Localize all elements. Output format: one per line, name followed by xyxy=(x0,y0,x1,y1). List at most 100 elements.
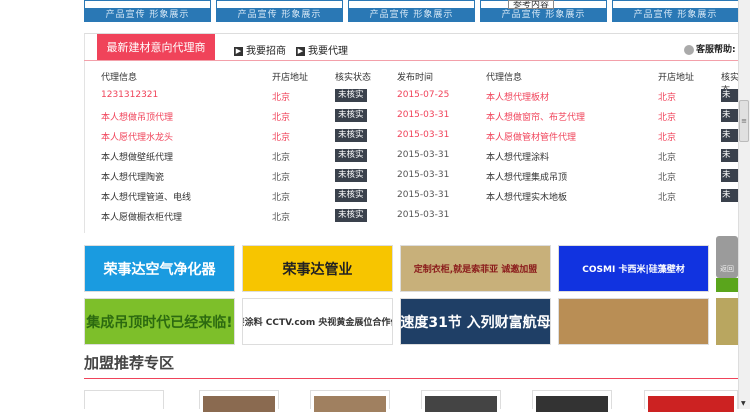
agent-info-link[interactable]: 本人想代理板材 xyxy=(486,90,549,103)
ad-banner[interactable]: COSMI 卡西米|硅藻壁材 xyxy=(558,245,709,292)
shop-address: 北京 xyxy=(658,153,677,163)
shop-address: 北京 xyxy=(272,113,291,123)
status-badge: 未核实 xyxy=(335,169,367,182)
link-recruit[interactable]: ▶ 我要招商 xyxy=(234,42,286,57)
ad-banner[interactable]: 荣事达管业 xyxy=(242,245,393,292)
ad-banner[interactable]: 油漆涂料 CCTV.com 央视黄金展位合作伙伴 xyxy=(242,298,393,345)
franchise-card[interactable] xyxy=(532,390,612,412)
agent-info-link[interactable]: 1231312321 xyxy=(101,90,158,100)
back-to-top-button[interactable]: 返回 xyxy=(716,236,738,278)
shop-address: 北京 xyxy=(272,173,291,183)
column-header: 发布时间 xyxy=(397,73,434,83)
tab-latest-agents[interactable]: 最新建材意向代理商 xyxy=(97,34,215,61)
tooltip: 参考内容 xyxy=(508,0,555,9)
promo-card[interactable]: 产品宣传 形象展示 xyxy=(216,0,343,22)
divider xyxy=(84,60,738,61)
promo-image xyxy=(217,1,342,8)
agent-info-link[interactable]: 本人愿代理水龙头 xyxy=(101,130,173,143)
franchise-card[interactable] xyxy=(310,390,390,412)
franchise-image xyxy=(536,396,608,412)
franchise-image xyxy=(88,394,160,410)
column-header: 开店地址 xyxy=(272,73,309,83)
agent-info-link[interactable]: 本人想做吊顶代理 xyxy=(101,110,173,123)
shop-address: 北京 xyxy=(272,153,291,163)
shop-address: 北京 xyxy=(272,213,291,223)
agent-info-link[interactable]: 本人想代理实木地板 xyxy=(486,190,567,203)
publish-date: 2015-07-25 xyxy=(397,90,450,100)
franchise-image xyxy=(203,396,275,412)
ad-banner[interactable]: 荣事达空气净化器 xyxy=(84,245,235,292)
arrow-icon: ▶ xyxy=(234,46,243,56)
status-badge: 未核实 xyxy=(335,129,367,142)
agent-info-link[interactable]: 本人想代理涂料 xyxy=(486,150,549,163)
section-title: 加盟推荐专区 xyxy=(84,354,175,372)
publish-date: 2015-03-31 xyxy=(397,190,450,200)
help-label: 客服帮助: xyxy=(696,45,736,55)
promo-card[interactable]: 产品宣传 形象展示 xyxy=(84,0,211,22)
promo-label: 产品宣传 形象展示 xyxy=(237,10,322,20)
column-header: 核实状态 xyxy=(335,73,372,83)
status-badge: 未核 xyxy=(721,189,738,202)
status-badge: 未核 xyxy=(721,149,738,162)
ad-banner[interactable]: 速度31节 入列财富航母 xyxy=(400,298,551,345)
promo-card[interactable]: 产品宣传 形象展示 xyxy=(348,0,475,22)
status-badge: 未核 xyxy=(721,89,738,102)
link-label: 我要代理 xyxy=(308,46,348,57)
shop-address: 北京 xyxy=(272,193,291,203)
shop-address: 北京 xyxy=(658,193,677,203)
shop-address: 北京 xyxy=(272,133,291,143)
scrollbar-thumb[interactable]: ≡ xyxy=(739,100,749,142)
promo-image xyxy=(613,1,738,8)
franchise-card[interactable] xyxy=(644,390,738,412)
agent-info-link[interactable]: 本人想代理管道、电线 xyxy=(101,190,191,203)
franchise-image xyxy=(425,396,497,412)
promo-image xyxy=(85,1,210,8)
ad-banner[interactable] xyxy=(716,298,738,345)
scrollbar[interactable] xyxy=(738,0,750,409)
scroll-down-icon[interactable]: ▼ xyxy=(741,400,746,407)
status-badge: 未核实 xyxy=(335,89,367,102)
promo-card[interactable]: 产品宣传 形象展示 xyxy=(612,0,739,22)
franchise-card[interactable] xyxy=(199,390,279,412)
agent-info-link[interactable]: 本人愿做橱衣柜代理 xyxy=(101,210,182,223)
shop-address: 北京 xyxy=(658,133,677,143)
link-label: 我要招商 xyxy=(246,46,286,57)
status-badge: 未核 xyxy=(721,169,738,182)
agent-info-link[interactable]: 本人想代理陶瓷 xyxy=(101,170,164,183)
agent-info-link[interactable]: 本人愿做管材管件代理 xyxy=(486,130,576,143)
publish-date: 2015-03-31 xyxy=(397,110,450,120)
ad-banner[interactable]: 定制衣柜,就是索菲亚 诚邀加盟 xyxy=(400,245,551,292)
publish-date: 2015-03-31 xyxy=(397,210,450,220)
status-badge: 未核实 xyxy=(335,189,367,202)
franchise-card[interactable] xyxy=(84,390,164,410)
shop-address: 北京 xyxy=(272,93,291,103)
status-badge: 未核实 xyxy=(335,109,367,122)
status-badge: 未核实 xyxy=(335,209,367,222)
agent-info-link[interactable]: 本人想做壁纸代理 xyxy=(101,150,173,163)
promo-label: 产品宣传 形象展示 xyxy=(633,10,718,20)
status-badge: 未核 xyxy=(721,109,738,122)
column-header: 开店地址 xyxy=(658,73,695,83)
franchise-image xyxy=(314,396,386,412)
user-icon xyxy=(684,44,694,55)
agent-info-link[interactable]: 本人想做窗帘、布艺代理 xyxy=(486,110,585,123)
shop-address: 北京 xyxy=(658,113,677,123)
promo-label: 产品宣传 形象展示 xyxy=(501,10,586,20)
status-badge: 未核 xyxy=(721,129,738,142)
link-agent[interactable]: ▶ 我要代理 xyxy=(296,42,348,57)
ad-banner[interactable]: 集成吊顶时代已经来临! xyxy=(84,298,235,345)
shop-address: 北京 xyxy=(658,93,677,103)
customer-help[interactable]: 客服帮助: xyxy=(684,42,736,55)
promo-image xyxy=(349,1,474,8)
ad-banner[interactable] xyxy=(716,278,738,292)
status-badge: 未核实 xyxy=(335,149,367,162)
agent-info-link[interactable]: 本人想代理集成吊顶 xyxy=(486,170,567,183)
franchise-card[interactable] xyxy=(421,390,501,412)
ad-banner[interactable] xyxy=(558,298,709,345)
publish-date: 2015-03-31 xyxy=(397,150,450,160)
publish-date: 2015-03-31 xyxy=(397,170,450,180)
column-header: 代理信息 xyxy=(101,73,138,83)
publish-date: 2015-03-31 xyxy=(397,130,450,140)
franchise-image xyxy=(648,396,734,412)
promo-label: 产品宣传 形象展示 xyxy=(369,10,454,20)
